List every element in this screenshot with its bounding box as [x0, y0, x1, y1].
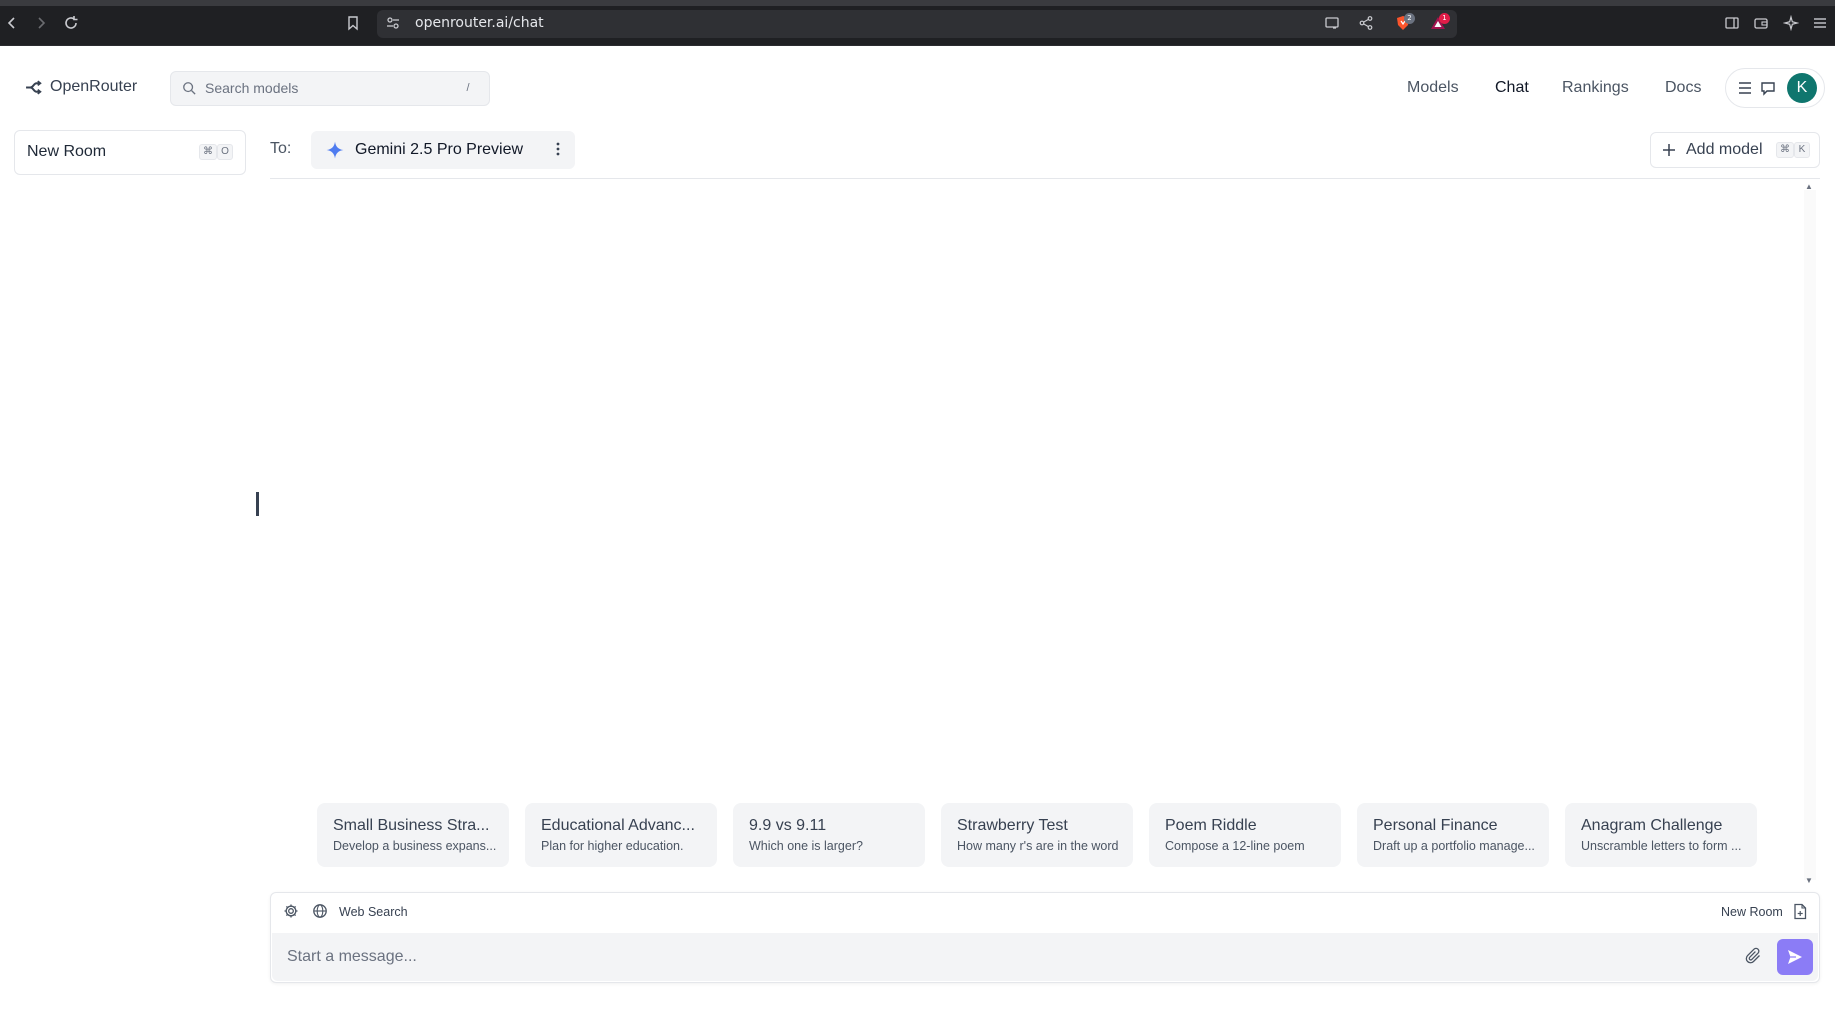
- suggestion-subtitle: Which one is larger?: [749, 839, 863, 853]
- back-icon[interactable]: [2, 13, 22, 33]
- web-search-toggle[interactable]: Web Search: [339, 905, 408, 919]
- nav-chat[interactable]: Chat: [1495, 79, 1529, 97]
- header-divider: [270, 178, 1820, 179]
- nav-models[interactable]: Models: [1407, 79, 1459, 97]
- suggestion-card[interactable]: Small Business Stra... Develop a busines…: [317, 803, 509, 867]
- menu-icon[interactable]: [1810, 13, 1830, 33]
- openrouter-logo-icon: [26, 79, 42, 95]
- suggestion-card[interactable]: Anagram Challenge Unscramble letters to …: [1565, 803, 1757, 867]
- share-icon[interactable]: [1356, 13, 1376, 33]
- model-name: Gemini 2.5 Pro Preview: [355, 141, 524, 158]
- message-placeholder: Start a message...: [287, 948, 417, 965]
- openrouter-logo[interactable]: OpenRouter: [25, 78, 137, 96]
- new-room-shortcut-cmd: ⌘: [199, 144, 217, 160]
- hamburger-icon[interactable]: [1737, 81, 1753, 95]
- new-room-label: New Room: [27, 143, 107, 160]
- suggestion-card[interactable]: Strawberry Test How many r's are in the …: [941, 803, 1133, 867]
- suggestion-subtitle: Unscramble letters to form ...: [1581, 839, 1742, 853]
- suggestion-title: 9.9 vs 9.11: [749, 817, 827, 834]
- search-placeholder: Search models: [205, 80, 299, 96]
- rewards-badge: 1: [1439, 13, 1450, 24]
- brave-shield-badge: 2: [1404, 13, 1415, 24]
- settings-gear-icon[interactable]: [283, 903, 299, 919]
- nav-rankings[interactable]: Rankings: [1562, 79, 1629, 97]
- suggestion-title: Small Business Stra...: [333, 817, 490, 834]
- new-document-icon[interactable]: [1792, 903, 1808, 920]
- tab-strip: [0, 0, 1835, 6]
- suggestion-card[interactable]: Educational Advanc... Plan for higher ed…: [525, 803, 717, 867]
- scroll-up-arrow-icon[interactable]: ▲: [1805, 182, 1813, 191]
- suggestion-title: Poem Riddle: [1165, 817, 1257, 834]
- to-label: To:: [270, 140, 292, 157]
- cast-icon[interactable]: [1322, 13, 1342, 33]
- search-icon: [183, 82, 196, 95]
- leo-ai-icon[interactable]: [1781, 13, 1801, 33]
- send-button[interactable]: [1777, 939, 1813, 975]
- suggestion-subtitle: Compose a 12-line poem: [1165, 839, 1305, 853]
- composer-new-room-button[interactable]: New Room: [1721, 905, 1783, 919]
- message-input[interactable]: [272, 933, 1818, 981]
- wallet-icon[interactable]: [1751, 13, 1771, 33]
- suggestion-subtitle: Plan for higher education.: [541, 839, 684, 853]
- logo-text: OpenRouter: [50, 78, 138, 95]
- site-info-icon[interactable]: [383, 13, 403, 33]
- suggestion-card[interactable]: Personal Finance Draft up a portfolio ma…: [1357, 803, 1549, 867]
- forward-icon[interactable]: [31, 13, 51, 33]
- bookmark-icon[interactable]: [343, 13, 363, 33]
- search-shortcut-key: /: [466, 82, 470, 94]
- url-text[interactable]: openrouter.ai/chat: [415, 15, 544, 31]
- suggestion-card[interactable]: 9.9 vs 9.11 Which one is larger?: [733, 803, 925, 867]
- suggestion-title: Educational Advanc...: [541, 817, 695, 834]
- text-cursor: [256, 492, 259, 516]
- sidebar-toggle-icon[interactable]: [1722, 13, 1742, 33]
- scrollbar[interactable]: [1804, 190, 1816, 880]
- nav-docs[interactable]: Docs: [1665, 79, 1701, 97]
- reload-icon[interactable]: [61, 13, 81, 33]
- send-icon: [1788, 950, 1802, 964]
- chat-bubble-icon[interactable]: [1760, 80, 1776, 96]
- scroll-down-arrow-icon[interactable]: ▼: [1805, 876, 1813, 885]
- suggestion-subtitle: Draft up a portfolio manage...: [1373, 839, 1535, 853]
- suggestion-subtitle: Develop a business expans...: [333, 839, 497, 853]
- new-room-shortcut-key: O: [217, 144, 233, 160]
- more-options-icon[interactable]: [552, 141, 564, 157]
- plus-icon: [1663, 144, 1675, 156]
- add-model-shortcut-cmd: ⌘: [1776, 142, 1794, 158]
- suggestion-title: Personal Finance: [1373, 817, 1498, 834]
- add-model-shortcut-key: K: [1794, 142, 1810, 158]
- suggestion-title: Strawberry Test: [957, 817, 1068, 834]
- suggestion-card[interactable]: Poem Riddle Compose a 12-line poem: [1149, 803, 1341, 867]
- avatar[interactable]: K: [1787, 73, 1817, 103]
- gemini-star-icon: [326, 141, 344, 159]
- suggestion-title: Anagram Challenge: [1581, 817, 1723, 834]
- paperclip-icon[interactable]: [1745, 947, 1763, 965]
- suggestion-subtitle: How many r's are in the word: [957, 839, 1119, 853]
- globe-icon[interactable]: [312, 903, 328, 919]
- add-model-label: Add model: [1686, 141, 1763, 158]
